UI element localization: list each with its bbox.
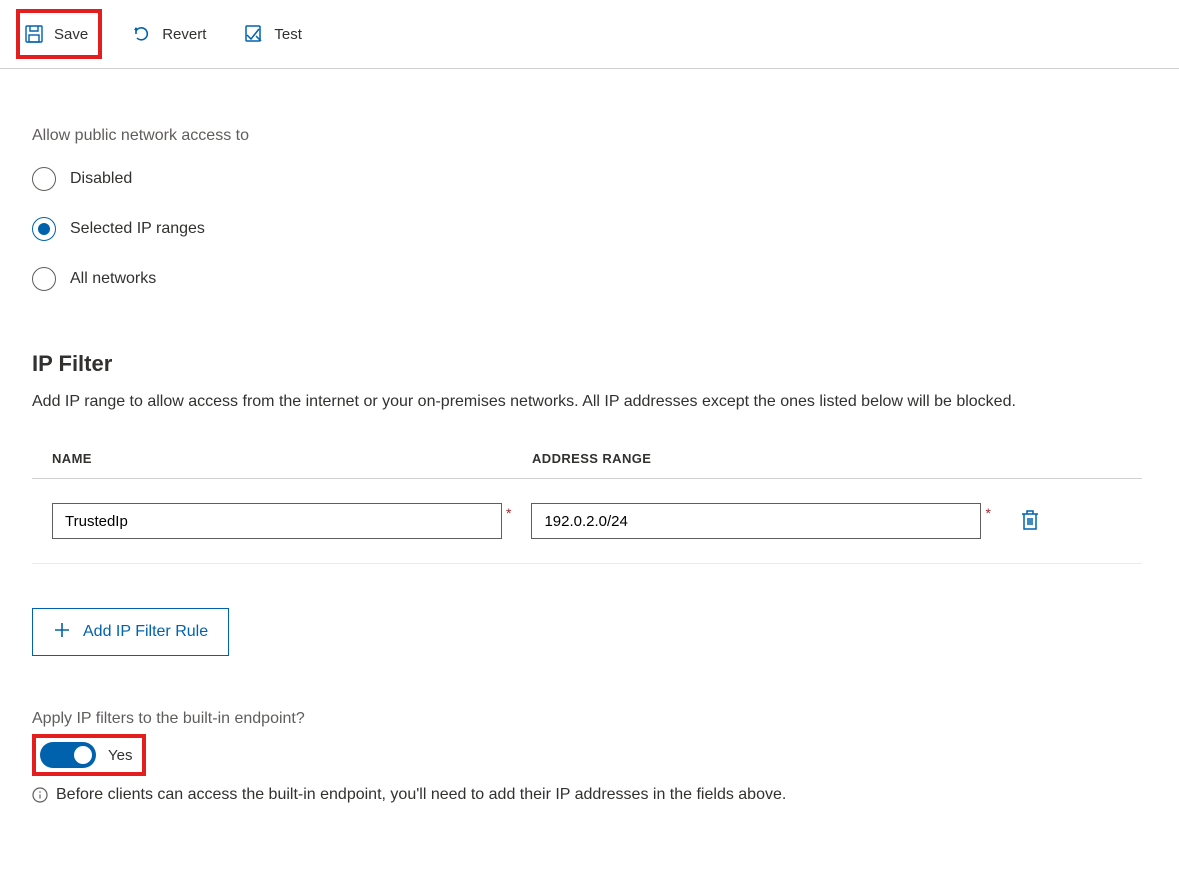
- ip-filter-heading: IP Filter: [32, 351, 1163, 377]
- ip-filter-table: NAME ADDRESS RANGE * *: [32, 451, 1142, 564]
- toggle-knob-icon: [74, 746, 92, 764]
- radio-circle-icon: [32, 217, 56, 241]
- apply-builtin-toggle-wrap: Yes: [32, 734, 146, 776]
- builtin-info-text: Before clients can access the built-in e…: [56, 786, 786, 804]
- network-access-radio-group: Disabled Selected IP ranges All networks: [32, 167, 1163, 291]
- trash-icon: [1019, 508, 1041, 535]
- table-row: * *: [32, 479, 1142, 564]
- radio-circle-icon: [32, 167, 56, 191]
- save-icon: [24, 24, 44, 44]
- required-indicator: *: [506, 505, 511, 521]
- toggle-state-label: Yes: [108, 747, 132, 764]
- radio-label: Selected IP ranges: [70, 220, 205, 238]
- rule-name-input[interactable]: [52, 503, 502, 539]
- add-ip-filter-rule-button[interactable]: Add IP Filter Rule: [32, 608, 229, 656]
- save-button[interactable]: Save: [16, 9, 102, 59]
- col-header-name: NAME: [52, 451, 532, 466]
- revert-label: Revert: [162, 26, 206, 43]
- test-button[interactable]: Test: [236, 13, 310, 55]
- radio-label: All networks: [70, 270, 156, 288]
- add-rule-label: Add IP Filter Rule: [83, 623, 208, 641]
- test-icon: [244, 24, 264, 44]
- test-label: Test: [274, 26, 302, 43]
- plus-icon: [53, 621, 71, 644]
- table-header: NAME ADDRESS RANGE: [32, 451, 1142, 479]
- rule-range-input[interactable]: [531, 503, 981, 539]
- save-label: Save: [54, 26, 88, 43]
- radio-all-networks[interactable]: All networks: [32, 267, 1163, 291]
- content-area: Allow public network access to Disabled …: [0, 69, 1179, 812]
- radio-circle-icon: [32, 267, 56, 291]
- network-access-label: Allow public network access to: [32, 127, 1163, 145]
- radio-label: Disabled: [70, 170, 132, 188]
- toolbar: Save Revert Test: [0, 0, 1179, 69]
- radio-disabled[interactable]: Disabled: [32, 167, 1163, 191]
- revert-icon: [132, 24, 152, 44]
- ip-filter-description: Add IP range to allow access from the in…: [32, 393, 1163, 411]
- required-indicator: *: [985, 505, 990, 521]
- delete-rule-button[interactable]: [1019, 508, 1041, 535]
- revert-button[interactable]: Revert: [124, 13, 214, 55]
- apply-builtin-label: Apply IP filters to the built-in endpoin…: [32, 710, 1163, 728]
- info-icon: [32, 787, 48, 803]
- apply-builtin-toggle[interactable]: [40, 742, 96, 768]
- builtin-info-row: Before clients can access the built-in e…: [32, 786, 1163, 804]
- col-header-range: ADDRESS RANGE: [532, 451, 1012, 466]
- radio-selected-ip[interactable]: Selected IP ranges: [32, 217, 1163, 241]
